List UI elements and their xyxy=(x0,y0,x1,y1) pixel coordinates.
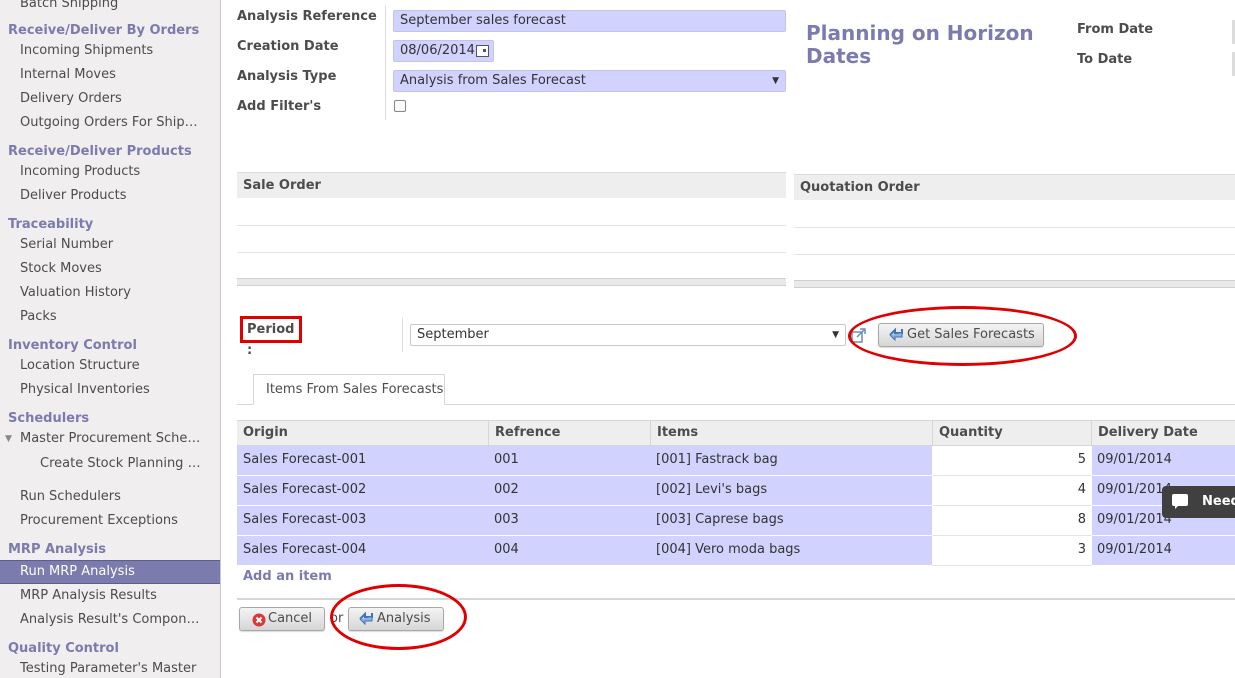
table-row[interactable]: Sales Forecast-004 004 [004] Vero moda b… xyxy=(237,536,1235,566)
cell-ref: 002 xyxy=(494,482,519,497)
sidebar-section-traceability: Traceability xyxy=(8,217,94,232)
sidebar-item-incoming-products[interactable]: Incoming Products xyxy=(0,161,220,183)
sidebar-item-packs[interactable]: Packs xyxy=(0,306,220,328)
sidebar-item-run-mrp-analysis[interactable]: Run MRP Analysis xyxy=(0,560,220,584)
sidebar: Batch Shipping Receive/Deliver By Orders… xyxy=(0,0,221,678)
creation-date-value: 08/06/2014 xyxy=(400,43,475,58)
sidebar-item-location-structure[interactable]: Location Structure xyxy=(0,355,220,377)
sidebar-item-create-stock-planning[interactable]: Create Stock Planning … xyxy=(0,453,220,475)
cell-item: [002] Levi's bags xyxy=(656,482,768,497)
sidebar-section-mrp-analysis: MRP Analysis xyxy=(8,542,106,557)
chat-label: Need xyxy=(1202,494,1235,509)
sidebar-section-receive-deliver-products: Receive/Deliver Products xyxy=(8,144,192,159)
annotation-ellipse xyxy=(848,306,1077,366)
chat-bubble-icon xyxy=(1172,494,1188,509)
analysis-type-select[interactable]: Analysis from Sales Forecast ▼ xyxy=(393,70,786,92)
to-date-label: To Date xyxy=(1077,52,1133,67)
tab-items-from-sales-forecasts[interactable]: Items From Sales Forecasts xyxy=(253,374,445,405)
sale-order-row-line xyxy=(237,225,786,226)
period-divider xyxy=(402,318,403,352)
sidebar-item-serial-number[interactable]: Serial Number xyxy=(0,234,220,256)
sidebar-item-internal-moves[interactable]: Internal Moves xyxy=(0,64,220,86)
sidebar-item-master-procurement[interactable]: ▼ Master Procurement Sche… xyxy=(0,428,220,450)
cell-quantity: 4 xyxy=(932,476,1092,506)
add-item-link[interactable]: Add an item xyxy=(243,569,332,584)
sidebar-section-receive-deliver-orders: Receive/Deliver By Orders xyxy=(8,23,200,38)
cell-item: [004] Vero moda bags xyxy=(656,542,801,557)
calendar-icon[interactable] xyxy=(476,45,489,57)
cell-delivery-date: 09/01/2014 xyxy=(1097,542,1172,557)
period-label: Period : xyxy=(240,316,302,358)
sidebar-item-incoming-shipments[interactable]: Incoming Shipments xyxy=(0,40,220,62)
sidebar-item-stock-moves[interactable]: Stock Moves xyxy=(0,258,220,280)
sale-order-header: Sale Order xyxy=(237,172,786,198)
sidebar-item-mrp-analysis-results[interactable]: MRP Analysis Results xyxy=(0,585,220,607)
annotation-ellipse xyxy=(330,584,467,650)
sidebar-section-inventory-control: Inventory Control xyxy=(8,338,137,353)
analysis-reference-label: Analysis Reference xyxy=(237,9,377,24)
analysis-type-label: Analysis Type xyxy=(237,69,337,84)
sidebar-item-physical-inventories[interactable]: Physical Inventories xyxy=(0,379,220,401)
chat-widget[interactable]: Need xyxy=(1162,486,1235,518)
from-date-label: From Date xyxy=(1077,22,1154,37)
items-table-header: Origin Refrence Items Quantity Delivery … xyxy=(237,420,1235,446)
period-value: September xyxy=(417,327,489,342)
analysis-reference-input[interactable]: September sales forecast xyxy=(393,10,786,32)
form-divider xyxy=(385,6,386,120)
cell-origin: Sales Forecast-004 xyxy=(243,542,367,557)
sidebar-item-procurement-exceptions[interactable]: Procurement Exceptions xyxy=(0,510,220,532)
cell-origin: Sales Forecast-001 xyxy=(243,452,367,467)
sidebar-item-testing-parameters[interactable]: Testing Parameter's Master xyxy=(0,658,220,678)
cell-quantity: 3 xyxy=(932,536,1092,566)
column-header-origin[interactable]: Origin xyxy=(237,421,489,445)
creation-date-label: Creation Date xyxy=(237,39,339,54)
column-header-items[interactable]: Items xyxy=(650,421,932,445)
cell-item: [003] Caprese bags xyxy=(656,512,784,527)
table-row[interactable]: Sales Forecast-003 003 [003] Caprese bag… xyxy=(237,506,1235,536)
period-select[interactable]: September ▼ xyxy=(410,324,846,346)
sidebar-item-label: Master Procurement Sche… xyxy=(20,431,201,446)
cell-ref: 004 xyxy=(494,542,519,557)
cancel-icon xyxy=(252,613,266,627)
sidebar-section-schedulers: Schedulers xyxy=(8,411,90,426)
sidebar-item-delivery-orders[interactable]: Delivery Orders xyxy=(0,88,220,110)
cell-quantity: 5 xyxy=(932,446,1092,476)
dropdown-arrow-icon: ▼ xyxy=(772,76,779,86)
sidebar-item-valuation-history[interactable]: Valuation History xyxy=(0,282,220,304)
cancel-button[interactable]: Cancel xyxy=(239,607,325,631)
column-header-delivery-date[interactable]: Delivery Date xyxy=(1091,421,1235,445)
cell-item: [001] Fastrack bag xyxy=(656,452,778,467)
sidebar-section-quality-control: Quality Control xyxy=(8,641,119,656)
sidebar-item-analysis-result-components[interactable]: Analysis Result's Compon… xyxy=(0,609,220,631)
cell-delivery-date: 09/01/2014 xyxy=(1097,452,1172,467)
sale-order-scrollbar[interactable] xyxy=(237,278,786,286)
cell-ref: 001 xyxy=(494,452,519,467)
dropdown-arrow-icon: ▼ xyxy=(832,330,839,340)
quotation-order-row-line xyxy=(794,254,1235,255)
sale-order-row-line xyxy=(237,252,786,253)
cell-origin: Sales Forecast-003 xyxy=(243,512,367,527)
sidebar-item-deliver-products[interactable]: Deliver Products xyxy=(0,185,220,207)
sidebar-item-run-schedulers[interactable]: Run Schedulers xyxy=(0,486,220,508)
analysis-type-value: Analysis from Sales Forecast xyxy=(400,73,586,88)
cell-quantity: 8 xyxy=(932,506,1092,536)
cell-ref: 003 xyxy=(494,512,519,527)
cell-origin: Sales Forecast-002 xyxy=(243,482,367,497)
sidebar-item-outgoing-orders[interactable]: Outgoing Orders For Ship… xyxy=(0,112,220,134)
horizon-title: Planning on Horizon Dates xyxy=(806,21,1034,68)
table-row[interactable]: Sales Forecast-002 002 [002] Levi's bags… xyxy=(237,476,1235,506)
column-header-quantity[interactable]: Quantity xyxy=(932,421,1092,445)
cancel-label: Cancel xyxy=(268,611,313,626)
quotation-order-row-line xyxy=(794,227,1235,228)
add-filters-checkbox[interactable] xyxy=(394,100,406,112)
quotation-order-scrollbar[interactable] xyxy=(794,280,1235,288)
creation-date-input[interactable]: 08/06/2014 xyxy=(393,40,494,62)
column-header-refrence[interactable]: Refrence xyxy=(488,421,650,445)
add-filters-label: Add Filter's xyxy=(237,99,322,114)
sidebar-item-batch-shipping[interactable]: Batch Shipping xyxy=(0,0,220,15)
table-row[interactable]: Sales Forecast-001 001 [001] Fastrack ba… xyxy=(237,446,1235,476)
quotation-order-header: Quotation Order xyxy=(794,174,1235,200)
